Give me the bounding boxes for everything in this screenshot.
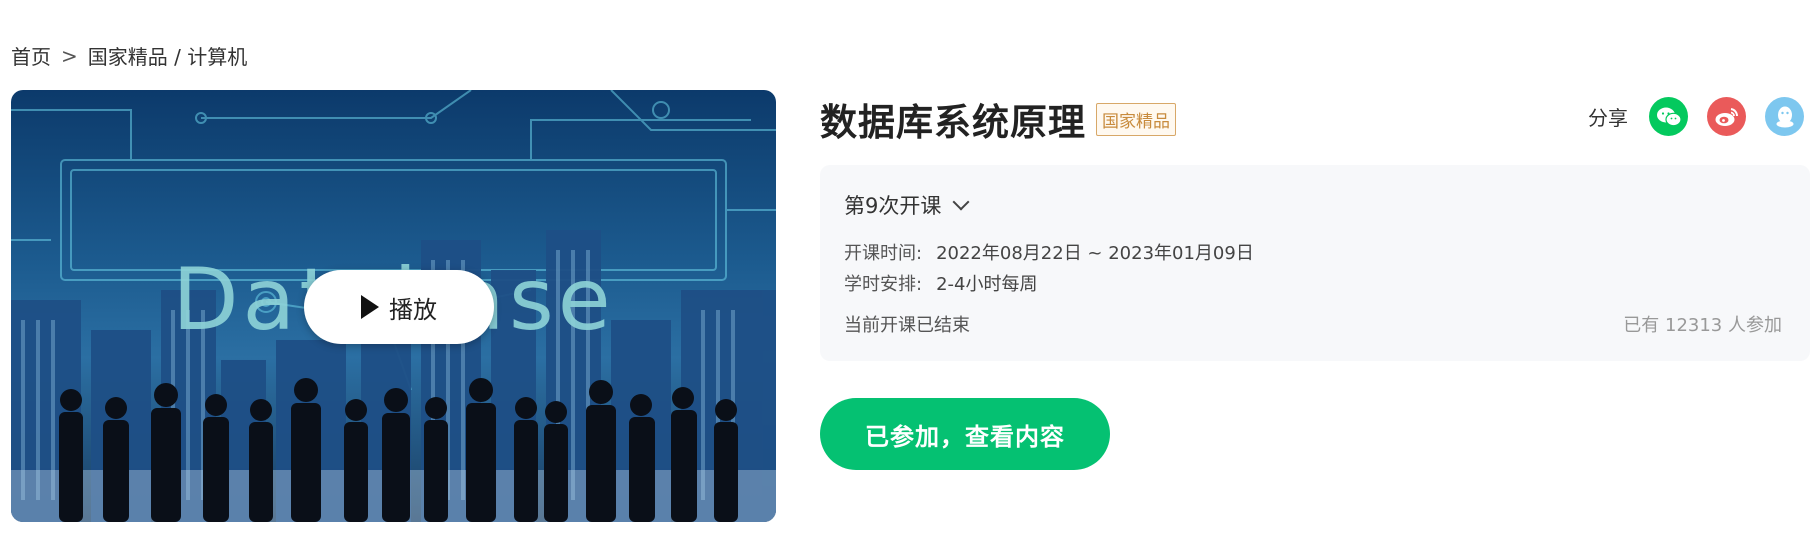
start-time-value: 2022年08月22日 ~ 2023年01月09日 xyxy=(936,243,1254,264)
play-label: 播放 xyxy=(389,295,437,324)
term-label: 第9次开课 xyxy=(844,194,942,218)
share-qq-button[interactable] xyxy=(1765,97,1804,136)
participant-count: 已有 12313 人参加 xyxy=(1623,315,1782,336)
course-title: 数据库系统原理 xyxy=(820,101,1086,144)
start-time-row: 开课时间: 2022年08月22日 ~ 2023年01月09日 xyxy=(844,239,1254,265)
view-content-button[interactable]: 已参加，查看内容 xyxy=(820,398,1110,470)
share-bar: 分享 xyxy=(1588,97,1804,136)
start-time-key: 开课时间: xyxy=(844,243,923,264)
share-wechat-button[interactable] xyxy=(1649,97,1688,136)
share-weibo-button[interactable] xyxy=(1707,97,1746,136)
study-hours-key: 学时安排: xyxy=(844,274,923,295)
study-hours-value: 2-4小时每周 xyxy=(936,274,1038,295)
course-title-row: 数据库系统原理 国家精品 xyxy=(820,92,1176,146)
share-label: 分享 xyxy=(1588,106,1628,130)
session-status: 当前开课已结束 xyxy=(844,315,970,336)
breadcrumb: 首页 > 国家精品 / 计算机 xyxy=(11,41,247,70)
qq-icon xyxy=(1776,106,1793,127)
study-hours-row: 学时安排: 2-4小时每周 xyxy=(844,270,1037,296)
wechat-icon xyxy=(1656,107,1682,126)
play-button[interactable]: 播放 xyxy=(304,270,494,344)
chevron-down-icon xyxy=(952,193,970,211)
breadcrumb-home-link[interactable]: 首页 xyxy=(11,41,51,70)
course-cover-video[interactable]: Database 播放 xyxy=(11,90,776,522)
play-icon xyxy=(361,295,379,319)
weibo-icon xyxy=(1715,107,1738,126)
term-selector[interactable]: 第9次开课 xyxy=(844,190,970,220)
breadcrumb-separator: > xyxy=(61,43,78,68)
national-quality-badge: 国家精品 xyxy=(1096,102,1176,136)
session-info-panel: 第9次开课 开课时间: 2022年08月22日 ~ 2023年01月09日 学时安… xyxy=(820,165,1810,361)
breadcrumb-category-link[interactable]: 国家精品 / 计算机 xyxy=(88,41,247,70)
